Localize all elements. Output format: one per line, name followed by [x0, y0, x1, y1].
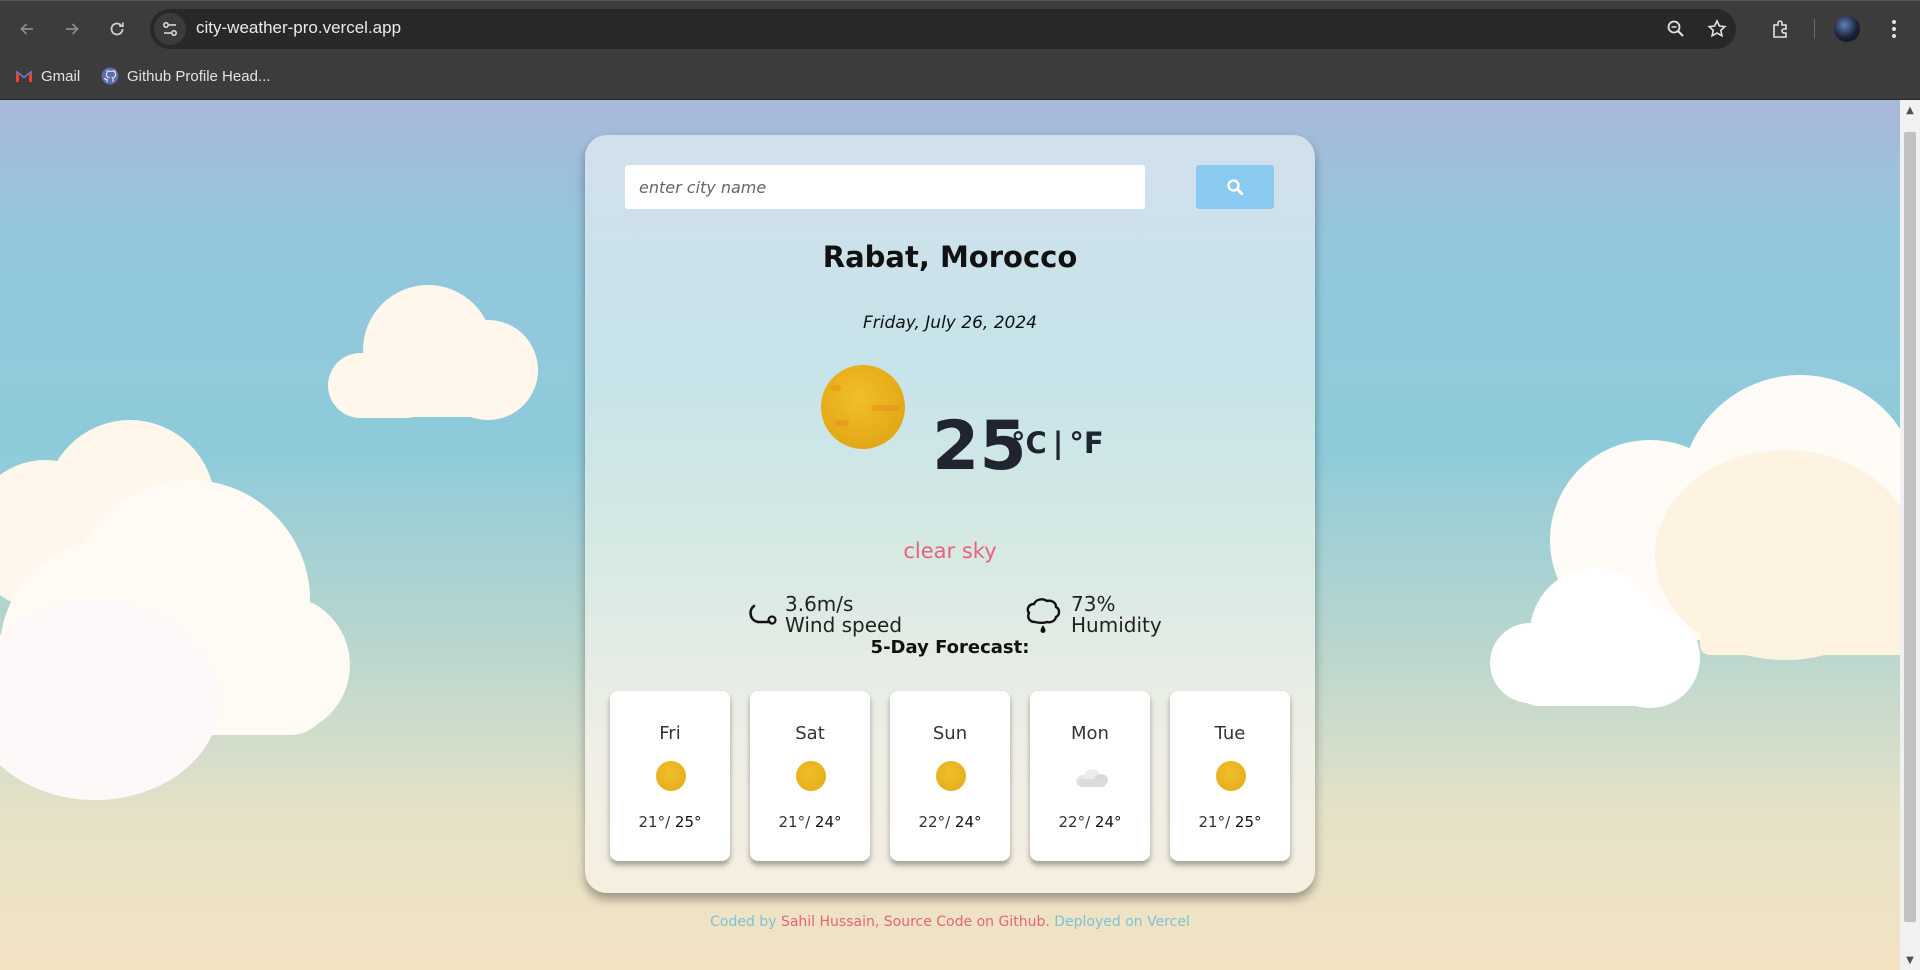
humidity-value: 73%: [1071, 592, 1116, 616]
forecast-temp-range: 21°/ 25°: [610, 813, 730, 831]
background-cloud: [328, 285, 548, 425]
back-arrow-icon: [20, 23, 33, 35]
avatar: [1834, 16, 1860, 42]
forecast-low: 21°/: [778, 813, 811, 831]
site-info-button[interactable]: [154, 13, 186, 45]
bookmark-github[interactable]: Github Profile Head...: [101, 67, 270, 85]
wind-speed-value: 3.6m/s: [785, 592, 854, 616]
unit-separator: |: [1052, 426, 1064, 460]
footer-period: .: [1045, 914, 1055, 930]
celsius-unit-button[interactable]: °C: [1011, 426, 1047, 460]
forecast-low: 21°/: [638, 813, 671, 831]
scroll-thumb[interactable]: [1904, 132, 1916, 922]
humidity-icon: [1026, 598, 1061, 633]
github-icon: [101, 67, 119, 85]
bookmark-label: Gmail: [41, 67, 81, 85]
browser-menu-button[interactable]: [1878, 13, 1910, 45]
profile-button[interactable]: [1831, 13, 1863, 45]
forecast-temp-range: 22°/ 24°: [890, 813, 1010, 831]
forecast-card: Tue 21°/ 25°: [1170, 691, 1290, 861]
wind-icon: [749, 604, 777, 625]
forecast-high: 25°: [1234, 813, 1262, 831]
forecast-title: 5-Day Forecast:: [870, 637, 1030, 658]
background-cloud: [0, 420, 390, 800]
fahrenheit-unit-button[interactable]: °F: [1069, 426, 1103, 460]
page-viewport: Rabat, Morocco Friday, July 26, 2024 25 …: [0, 100, 1900, 970]
bookmark-label: Github Profile Head...: [127, 67, 271, 85]
weather-card: Rabat, Morocco Friday, July 26, 2024 25 …: [585, 135, 1315, 893]
browser-toolbar: city-weather-pro.vercel.app: [0, 0, 1920, 56]
forecast-low: 22°/: [918, 813, 951, 831]
page-footer: Coded by Sahil Hussain, Source Code on G…: [0, 914, 1900, 930]
forecast-day: Sat: [795, 723, 825, 744]
back-button[interactable]: [11, 13, 43, 45]
forward-button[interactable]: [56, 13, 88, 45]
current-date: Friday, July 26, 2024: [863, 313, 1037, 333]
search-icon: [1227, 179, 1244, 196]
sun-icon: [936, 761, 966, 791]
author-link[interactable]: Sahil Hussain: [781, 914, 875, 930]
reload-icon: [110, 22, 124, 36]
forecast-card: Mon 22°/ 24°: [1030, 691, 1150, 861]
forecast-temp-range: 22°/ 24°: [1030, 813, 1150, 831]
forecast-temp-range: 21°/ 25°: [1170, 813, 1290, 831]
unit-toggle: °C | °F: [1011, 426, 1104, 460]
forecast-high: 24°: [954, 813, 982, 831]
weather-description: clear sky: [903, 539, 997, 563]
humidity-label: Humidity: [1071, 613, 1162, 637]
cloud-icon: [1072, 769, 1110, 787]
footer-comma: ,: [874, 914, 884, 930]
search-button[interactable]: [1196, 165, 1274, 209]
footer-coded-by: Coded by: [710, 914, 781, 930]
forecast-card: Sun 22°/ 24°: [890, 691, 1010, 861]
city-search-input[interactable]: [625, 165, 1145, 209]
sun-icon: [821, 365, 905, 449]
extensions-button[interactable]: [1765, 13, 1797, 45]
sun-icon: [656, 761, 686, 791]
humidity-stat: 73% Humidity: [1025, 594, 1162, 636]
forecast-temp-range: 21°/ 24°: [750, 813, 870, 831]
bookmark-star-icon[interactable]: [1705, 17, 1729, 41]
forecast-high: 24°: [814, 813, 842, 831]
forecast-low: 22°/: [1058, 813, 1091, 831]
forward-arrow-icon: [66, 23, 79, 35]
sun-icon: [796, 761, 826, 791]
forecast-day: Sun: [932, 723, 968, 744]
forecast-high: 25°: [674, 813, 702, 831]
bookmark-gmail[interactable]: Gmail: [15, 67, 80, 85]
deployed-link[interactable]: Deployed on Vercel: [1054, 914, 1190, 930]
more-vert-icon: [1892, 20, 1896, 38]
forecast-card: Fri 21°/ 25°: [610, 691, 730, 861]
page-scrollbar[interactable]: ▲ ▼: [1900, 100, 1920, 970]
tune-icon: [163, 22, 177, 36]
forecast-day: Mon: [1071, 723, 1109, 744]
forecast-card: Sat 21°/ 24°: [750, 691, 870, 861]
scroll-up-arrow-icon[interactable]: ▲: [1904, 104, 1916, 116]
gmail-icon: [15, 67, 33, 85]
toolbar-divider: [1814, 19, 1815, 39]
source-code-link[interactable]: Source Code on Github: [884, 914, 1046, 930]
scroll-down-arrow-icon[interactable]: ▼: [1904, 954, 1916, 966]
city-name: Rabat, Morocco: [822, 240, 1078, 274]
reload-button[interactable]: [101, 13, 133, 45]
forecast-day: Tue: [1214, 723, 1246, 744]
forecast-low: 21°/: [1198, 813, 1231, 831]
background-cloud: [1490, 568, 1710, 708]
wind-speed-label: Wind speed: [785, 613, 903, 637]
wind-stat: 3.6m/s Wind speed: [745, 594, 902, 636]
forecast-high: 24°: [1094, 813, 1122, 831]
url-text[interactable]: city-weather-pro.vercel.app: [196, 18, 401, 38]
sun-icon: [1216, 761, 1246, 791]
address-bar[interactable]: city-weather-pro.vercel.app: [150, 9, 1736, 49]
zoom-icon[interactable]: [1664, 17, 1688, 41]
forecast-day: Fri: [659, 723, 681, 744]
puzzle-icon: [1773, 20, 1787, 38]
bookmarks-bar: Gmail Github Profile Head...: [0, 56, 1920, 100]
